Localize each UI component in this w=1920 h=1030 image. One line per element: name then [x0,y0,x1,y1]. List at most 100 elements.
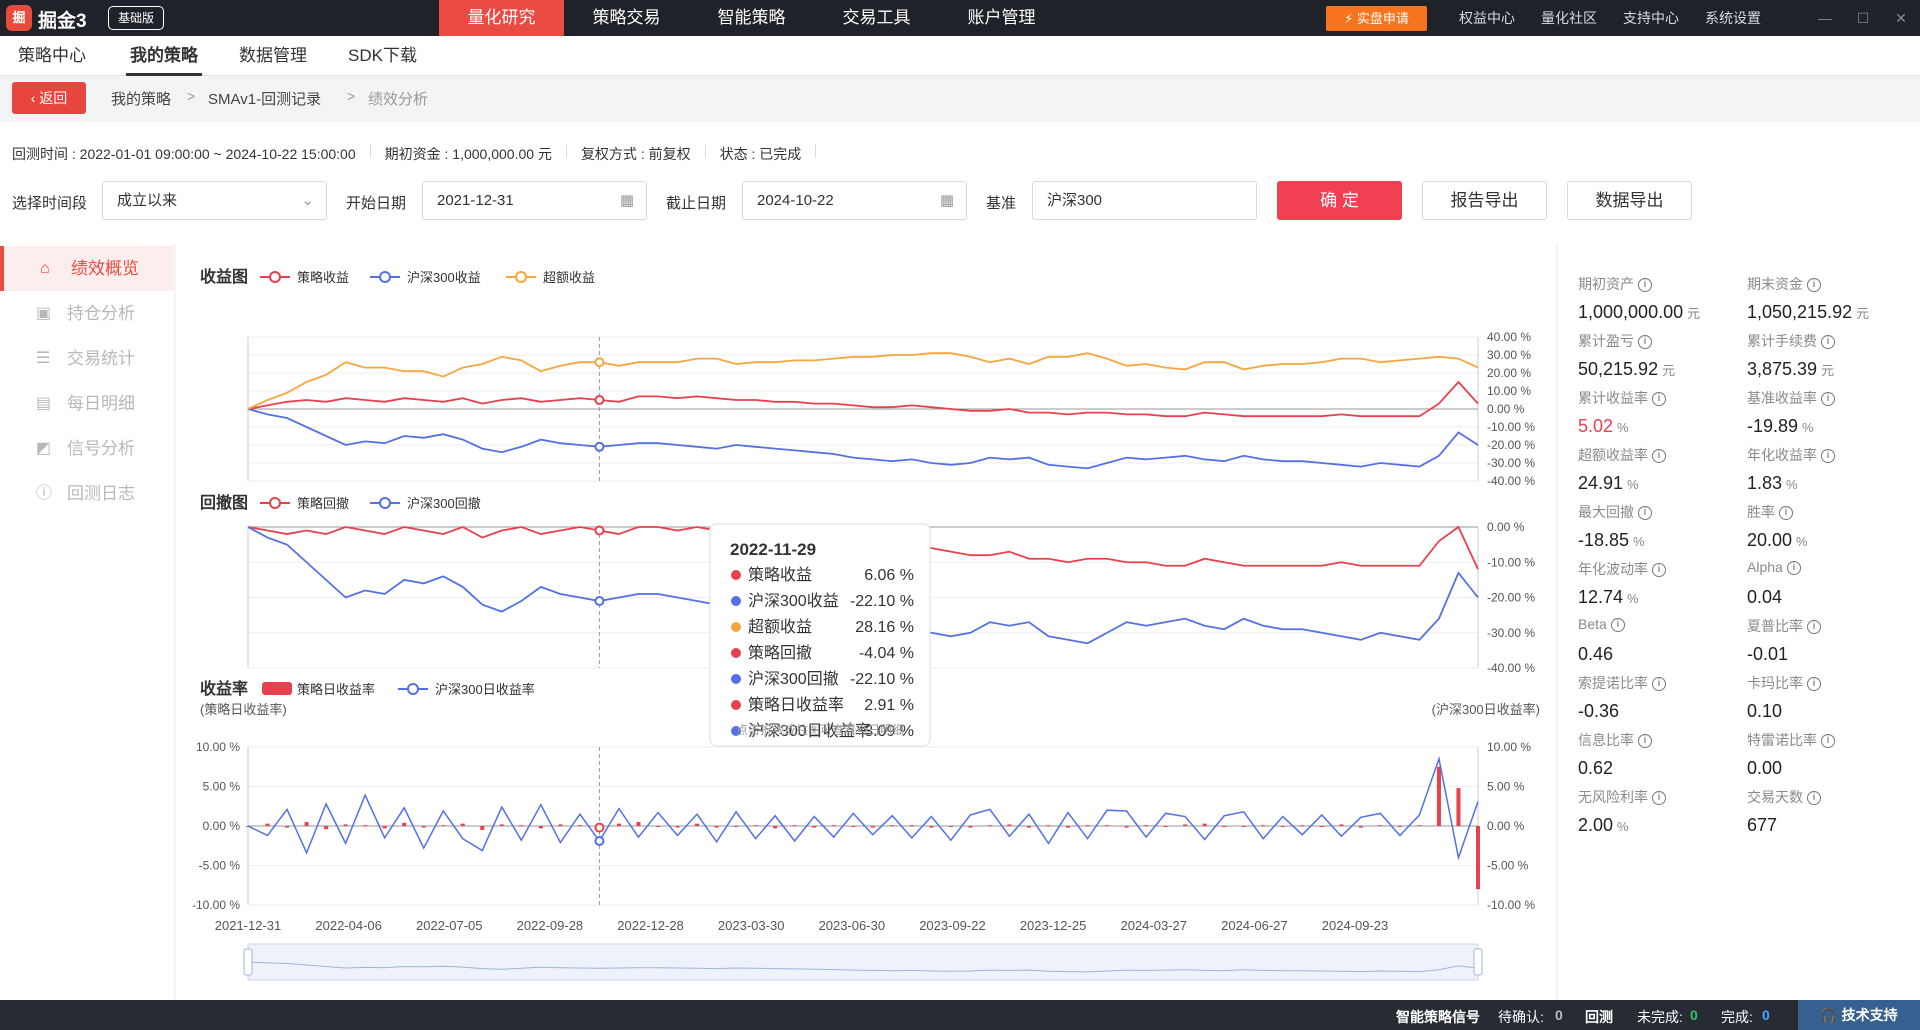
bar [1163,826,1168,827]
minimize-icon[interactable]: — [1806,0,1844,36]
info-icon[interactable]: i [1638,734,1652,749]
nav-quant-research[interactable]: 量化研究 [439,0,564,36]
info-icon[interactable]: i [1807,677,1821,692]
tab-sdk-download[interactable]: SDK下载 [348,36,417,76]
maximize-icon[interactable]: ☐ [1844,0,1882,36]
metric-label: 期初资产 i [1578,274,1738,294]
tooltip-series-value: 2.91 % [864,697,914,714]
metric-value: 50,215.92 元 [1578,359,1738,380]
bar [1026,826,1031,828]
smart-signal-label[interactable]: 智能策略信号 [1396,1007,1480,1027]
info-icon[interactable]: i [1821,335,1835,350]
bar [636,822,641,826]
info-icon[interactable]: i [1807,278,1821,293]
performance-charts[interactable]: 收益图 策略收益 沪深300收益 超额收益40.00 %30.00 %20.00 %1… [176,244,1556,1000]
crumb-my-strategy[interactable]: 我的策略 [111,88,171,109]
info-icon[interactable]: i [1779,506,1793,521]
info-icon[interactable]: i [1821,449,1835,464]
info-icon[interactable]: i [1652,563,1666,578]
bar [558,824,563,826]
crumb-separator: > [187,88,196,104]
info-icon[interactable]: i [1638,335,1652,350]
sidebar-item-daily-detail[interactable]: ▤ 每日明细 [0,381,174,426]
tooltip-series-name: 超额收益 [748,618,812,636]
info-icon[interactable]: i [1652,392,1666,407]
tab-my-strategy[interactable]: 我的策略 [126,36,202,76]
metric-unit: % [1633,534,1645,549]
info-icon[interactable]: i [1807,620,1821,635]
legend-marker [407,683,419,695]
analysis-sidebar: ⌂ 绩效概览 ▣ 持仓分析 ☰ 交易统计 ▤ 每日明细 ◩ 信号分析 ⓘ 回测日志 [0,244,174,1000]
metric-13: 夏普比率 i -0.01 [1747,616,1907,665]
back-button[interactable]: ‹ 返回 [12,82,86,114]
nav-strategy-trading[interactable]: 策略交易 [564,0,689,36]
bar [929,826,934,828]
chart-panel: 收益图 策略收益 沪深300收益 超额收益 40.00 % 30.00 % 20.00 % 1… [176,244,1556,1000]
sidebar-item-holdings[interactable]: ▣ 持仓分析 [0,291,174,336]
holdings-icon: ▣ [36,305,52,322]
info-icon[interactable]: i [1821,734,1835,749]
export-data-button[interactable]: 数据导出 [1567,181,1692,220]
y-tick-label: 5.00 % [203,780,241,794]
book-icon: ▤ [36,395,52,412]
bar [1222,826,1227,827]
y-tick-label: 0.00 % [203,819,241,833]
backtest-label[interactable]: 回测 [1585,1007,1613,1027]
metric-unit: 元 [1856,306,1870,321]
nav-smart-strategy[interactable]: 智能策略 [689,0,814,36]
info-icon[interactable]: i [1652,449,1666,464]
bar [987,825,992,827]
export-report-button[interactable]: 报告导出 [1422,181,1547,220]
bar [499,824,504,826]
metric-label: 年化收益率 i [1747,445,1907,465]
bar [265,823,270,826]
metric-18: 无风险利率 i 2.00% [1578,787,1738,836]
tech-support-button[interactable]: 🎧 技术支持 [1798,1000,1920,1030]
y-tick-label: -30.00 % [1487,626,1535,640]
end-date-input[interactable]: 2024-10-22 ▦ [742,181,967,220]
info-icon[interactable]: i [1807,791,1821,806]
link-support-center[interactable]: 支持中心 [1623,0,1679,36]
sidebar-item-trade-stats[interactable]: ☰ 交易统计 [0,336,174,381]
link-rights-center[interactable]: 权益中心 [1459,0,1515,36]
metric-label-text: 超额收益率 [1578,447,1648,463]
sidebar-item-overview[interactable]: ⌂ 绩效概览 [0,246,174,291]
benchmark-input[interactable]: 沪深300 [1032,181,1257,220]
sidebar-item-log[interactable]: ⓘ 回测日志 [0,471,174,516]
start-date-input[interactable]: 2021-12-31 ▦ [422,181,647,220]
legend-marker [379,497,391,509]
bar [792,825,797,827]
nav-account[interactable]: 账户管理 [939,0,1064,36]
metric-value: 1.83% [1747,473,1907,494]
link-community[interactable]: 量化社区 [1541,0,1597,36]
info-icon[interactable]: i [1638,506,1652,521]
info-icon[interactable]: i [1610,618,1625,633]
metric-label: 超额收益率 i [1578,445,1738,465]
range-select[interactable]: 成立以来 ⌄ [102,181,327,220]
close-icon[interactable]: ✕ [1882,0,1920,36]
metric-label: 特雷诺比率 i [1747,730,1907,750]
edition-badge[interactable]: 基础版 [108,6,165,30]
metric-value: 3,875.39 元 [1747,359,1907,380]
nav-trading-tools[interactable]: 交易工具 [814,0,939,36]
legend-label: 沪深300回撤 [407,496,481,511]
metric-label: 累计手续费 i [1747,331,1907,351]
tab-strategy-center[interactable]: 策略中心 [18,36,86,76]
metric-label: 交易天数 i [1747,787,1907,807]
link-settings[interactable]: 系统设置 [1705,0,1761,36]
info-icon[interactable]: i [1638,278,1652,293]
info-icon[interactable]: i [1652,791,1666,806]
confirm-button[interactable]: 确 定 [1277,181,1402,220]
info-icon[interactable]: i [1652,677,1666,692]
chart-title: 收益图 [200,267,248,286]
tab-data-manage[interactable]: 数据管理 [239,36,307,76]
info-icon[interactable]: i [1786,561,1801,576]
metric-value-text: 0.10 [1747,701,1783,721]
sidebar-item-signal[interactable]: ◩ 信号分析 [0,426,174,471]
finished-count: 0 [1762,1007,1770,1023]
metric-value: 0.46 [1578,644,1738,665]
live-apply-button[interactable]: ⚡ 实盘申请 [1326,6,1427,31]
info-icon[interactable]: i [1821,392,1835,407]
crumb-backtest-record[interactable]: SMAv1-回测记录 [208,88,321,109]
metric-value-text: 5.02 [1578,416,1614,436]
